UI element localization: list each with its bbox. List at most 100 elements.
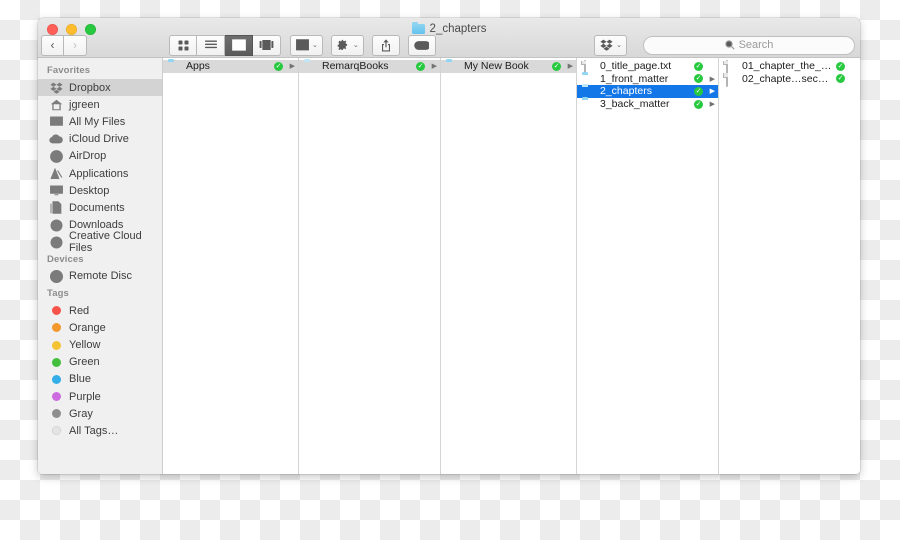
home-icon: [49, 98, 63, 111]
sidebar-item-dropbox[interactable]: Dropbox: [38, 79, 162, 97]
list-item[interactable]: RemarqBooks ✓ ▶: [299, 60, 440, 73]
list-item-label: My New Book: [464, 60, 529, 73]
forward-button[interactable]: ›: [64, 34, 87, 56]
chevron-down-icon: ⌄: [616, 42, 622, 49]
sidebar-item-icloud-drive[interactable]: iCloud Drive: [38, 131, 162, 148]
airdrop-icon: [49, 149, 63, 163]
document-icon: [724, 60, 737, 75]
sidebar-item-tag-orange[interactable]: Orange: [38, 319, 162, 336]
sidebar-item-tag-gray[interactable]: Gray: [38, 405, 162, 422]
documents-icon: [49, 201, 63, 215]
list-item[interactable]: 0_title_page.txt ✓ ▶: [577, 60, 718, 75]
sidebar-item-creative-cloud-files[interactable]: Creative Cloud Files: [38, 230, 162, 254]
dropbox-icon: [600, 39, 613, 51]
list-item-label: Apps: [186, 60, 210, 73]
column-book-contents: 0_title_page.txt ✓ ▶ 1_front_matter ✓ ▶ …: [577, 58, 719, 474]
icon-view-button[interactable]: [169, 34, 197, 56]
disclosure-arrow-icon[interactable]: ▶: [706, 75, 715, 83]
sidebar-item-airdrop[interactable]: AirDrop: [38, 148, 162, 165]
tag-button[interactable]: [407, 34, 436, 56]
sidebar-item-label: Green: [69, 356, 100, 369]
finder-window: 2_chapters ‹ › ⌄ ⌄ ⌄ Search Favorites Dr…: [38, 18, 860, 474]
gallery-view-button[interactable]: [253, 34, 281, 56]
cloud-icon: [49, 133, 63, 146]
column-browser: Apps ✓ ▶ RemarqBooks ✓ ▶ My New Book ✓ ▶…: [163, 58, 860, 474]
chevron-down-icon: ⌄: [312, 42, 318, 49]
dropbox-menu-button[interactable]: ⌄: [594, 34, 627, 56]
sidebar-item-applications[interactable]: Applications: [38, 165, 162, 182]
sidebar-item-tag-blue[interactable]: Blue: [38, 371, 162, 388]
list-item[interactable]: 01_chapter_the_first.md ✓ ▶: [719, 60, 860, 75]
folder-icon: [582, 74, 595, 84]
search-icon: [724, 40, 735, 50]
sidebar-item-label: Yellow: [69, 339, 101, 352]
folder-icon: [304, 61, 317, 71]
sidebar-item-label: Documents: [69, 201, 125, 214]
disclosure-arrow-icon[interactable]: ▶: [706, 100, 715, 108]
grid-arrange-icon: [296, 39, 309, 51]
column-view-button[interactable]: [225, 34, 253, 56]
sidebar-item-documents[interactable]: Documents: [38, 199, 162, 216]
sidebar-item-label: All My Files: [69, 115, 126, 128]
sidebar-item-label: AirDrop: [69, 150, 107, 163]
finder-sidebar: Favorites Dropbox jgreen All My Files iC…: [38, 58, 163, 474]
search-input[interactable]: Search: [643, 35, 855, 55]
folder-icon: [582, 99, 595, 109]
share-button[interactable]: [371, 34, 400, 56]
list-view-button[interactable]: [197, 34, 225, 56]
document-icon: [582, 60, 595, 75]
sidebar-item-tag-yellow[interactable]: Yellow: [38, 336, 162, 353]
disclosure-arrow-icon[interactable]: ▶: [706, 87, 715, 95]
list-item[interactable]: Apps ✓ ▶: [163, 60, 298, 73]
sidebar-item-jgreen[interactable]: jgreen: [38, 96, 162, 113]
tag-icon: [414, 40, 430, 50]
list-item-label: 1_front_matter: [600, 72, 669, 85]
disclosure-arrow-icon[interactable]: ▶: [428, 62, 437, 70]
list-item-label: 01_chapter_the_first.md: [742, 60, 832, 73]
arrange-button[interactable]: ⌄: [290, 34, 323, 56]
column-view-icon: [231, 39, 246, 51]
tag-dot-icon: [49, 339, 63, 352]
sidebar-item-label: iCloud Drive: [69, 133, 129, 146]
sidebar-item-label: jgreen: [69, 98, 100, 111]
sidebar-item-tag-purple[interactable]: Purple: [38, 388, 162, 405]
sidebar-item-label: Applications: [69, 167, 129, 180]
tag-dot-icon: [49, 321, 63, 334]
list-item-label: 0_title_page.txt: [600, 60, 672, 73]
list-item[interactable]: My New Book ✓ ▶: [441, 60, 576, 73]
icon-view-icon: [178, 40, 188, 50]
sidebar-item-label: Downloads: [69, 219, 124, 232]
applications-icon: [49, 167, 63, 180]
dropbox-synced-badge-icon: ✓: [274, 61, 283, 71]
sidebar-item-label: Remote Disc: [69, 270, 132, 283]
document-icon: [724, 72, 737, 87]
sidebar-item-remote-disc[interactable]: Remote Disc: [38, 268, 162, 285]
list-item-selected[interactable]: 2_chapters ✓ ▶: [577, 85, 718, 98]
column-remarqbooks: RemarqBooks ✓ ▶: [299, 58, 441, 474]
disclosure-arrow-icon[interactable]: ▶: [564, 62, 573, 70]
search-placeholder: Search: [738, 39, 774, 51]
back-button[interactable]: ‹: [41, 34, 64, 56]
column-chapters: 01_chapter_the_first.md ✓ ▶ 02_chapte…se…: [719, 58, 860, 474]
sidebar-item-label: Dropbox: [69, 81, 111, 94]
sidebar-item-label: Blue: [69, 373, 92, 386]
sidebar-item-tag-red[interactable]: Red: [38, 302, 162, 319]
sidebar-item-tag-green[interactable]: Green: [38, 354, 162, 371]
list-item[interactable]: 1_front_matter ✓ ▶: [577, 73, 718, 86]
toolbar-popup-buttons: ⌄ ⌄: [290, 34, 444, 56]
tag-dot-icon: [49, 304, 63, 317]
dropbox-synced-badge-icon: ✓: [836, 74, 845, 84]
sidebar-item-all-my-files[interactable]: All My Files: [38, 113, 162, 130]
disc-icon: [49, 269, 63, 283]
list-item-label: 2_chapters: [600, 85, 652, 98]
tag-dot-icon: [49, 407, 63, 420]
chevron-down-icon: ⌄: [352, 42, 359, 49]
dropbox-synced-badge-icon: ✓: [694, 99, 703, 109]
list-item[interactable]: 3_back_matter ✓ ▶: [577, 98, 718, 111]
dropbox-synced-badge-icon: ✓: [694, 74, 703, 84]
list-item[interactable]: 02_chapte…second.md ✓ ▶: [719, 72, 860, 87]
disclosure-arrow-icon[interactable]: ▶: [286, 62, 295, 70]
sidebar-item-desktop[interactable]: Desktop: [38, 182, 162, 199]
sidebar-item-all-tags[interactable]: All Tags…: [38, 422, 162, 439]
action-button[interactable]: ⌄: [330, 34, 364, 56]
